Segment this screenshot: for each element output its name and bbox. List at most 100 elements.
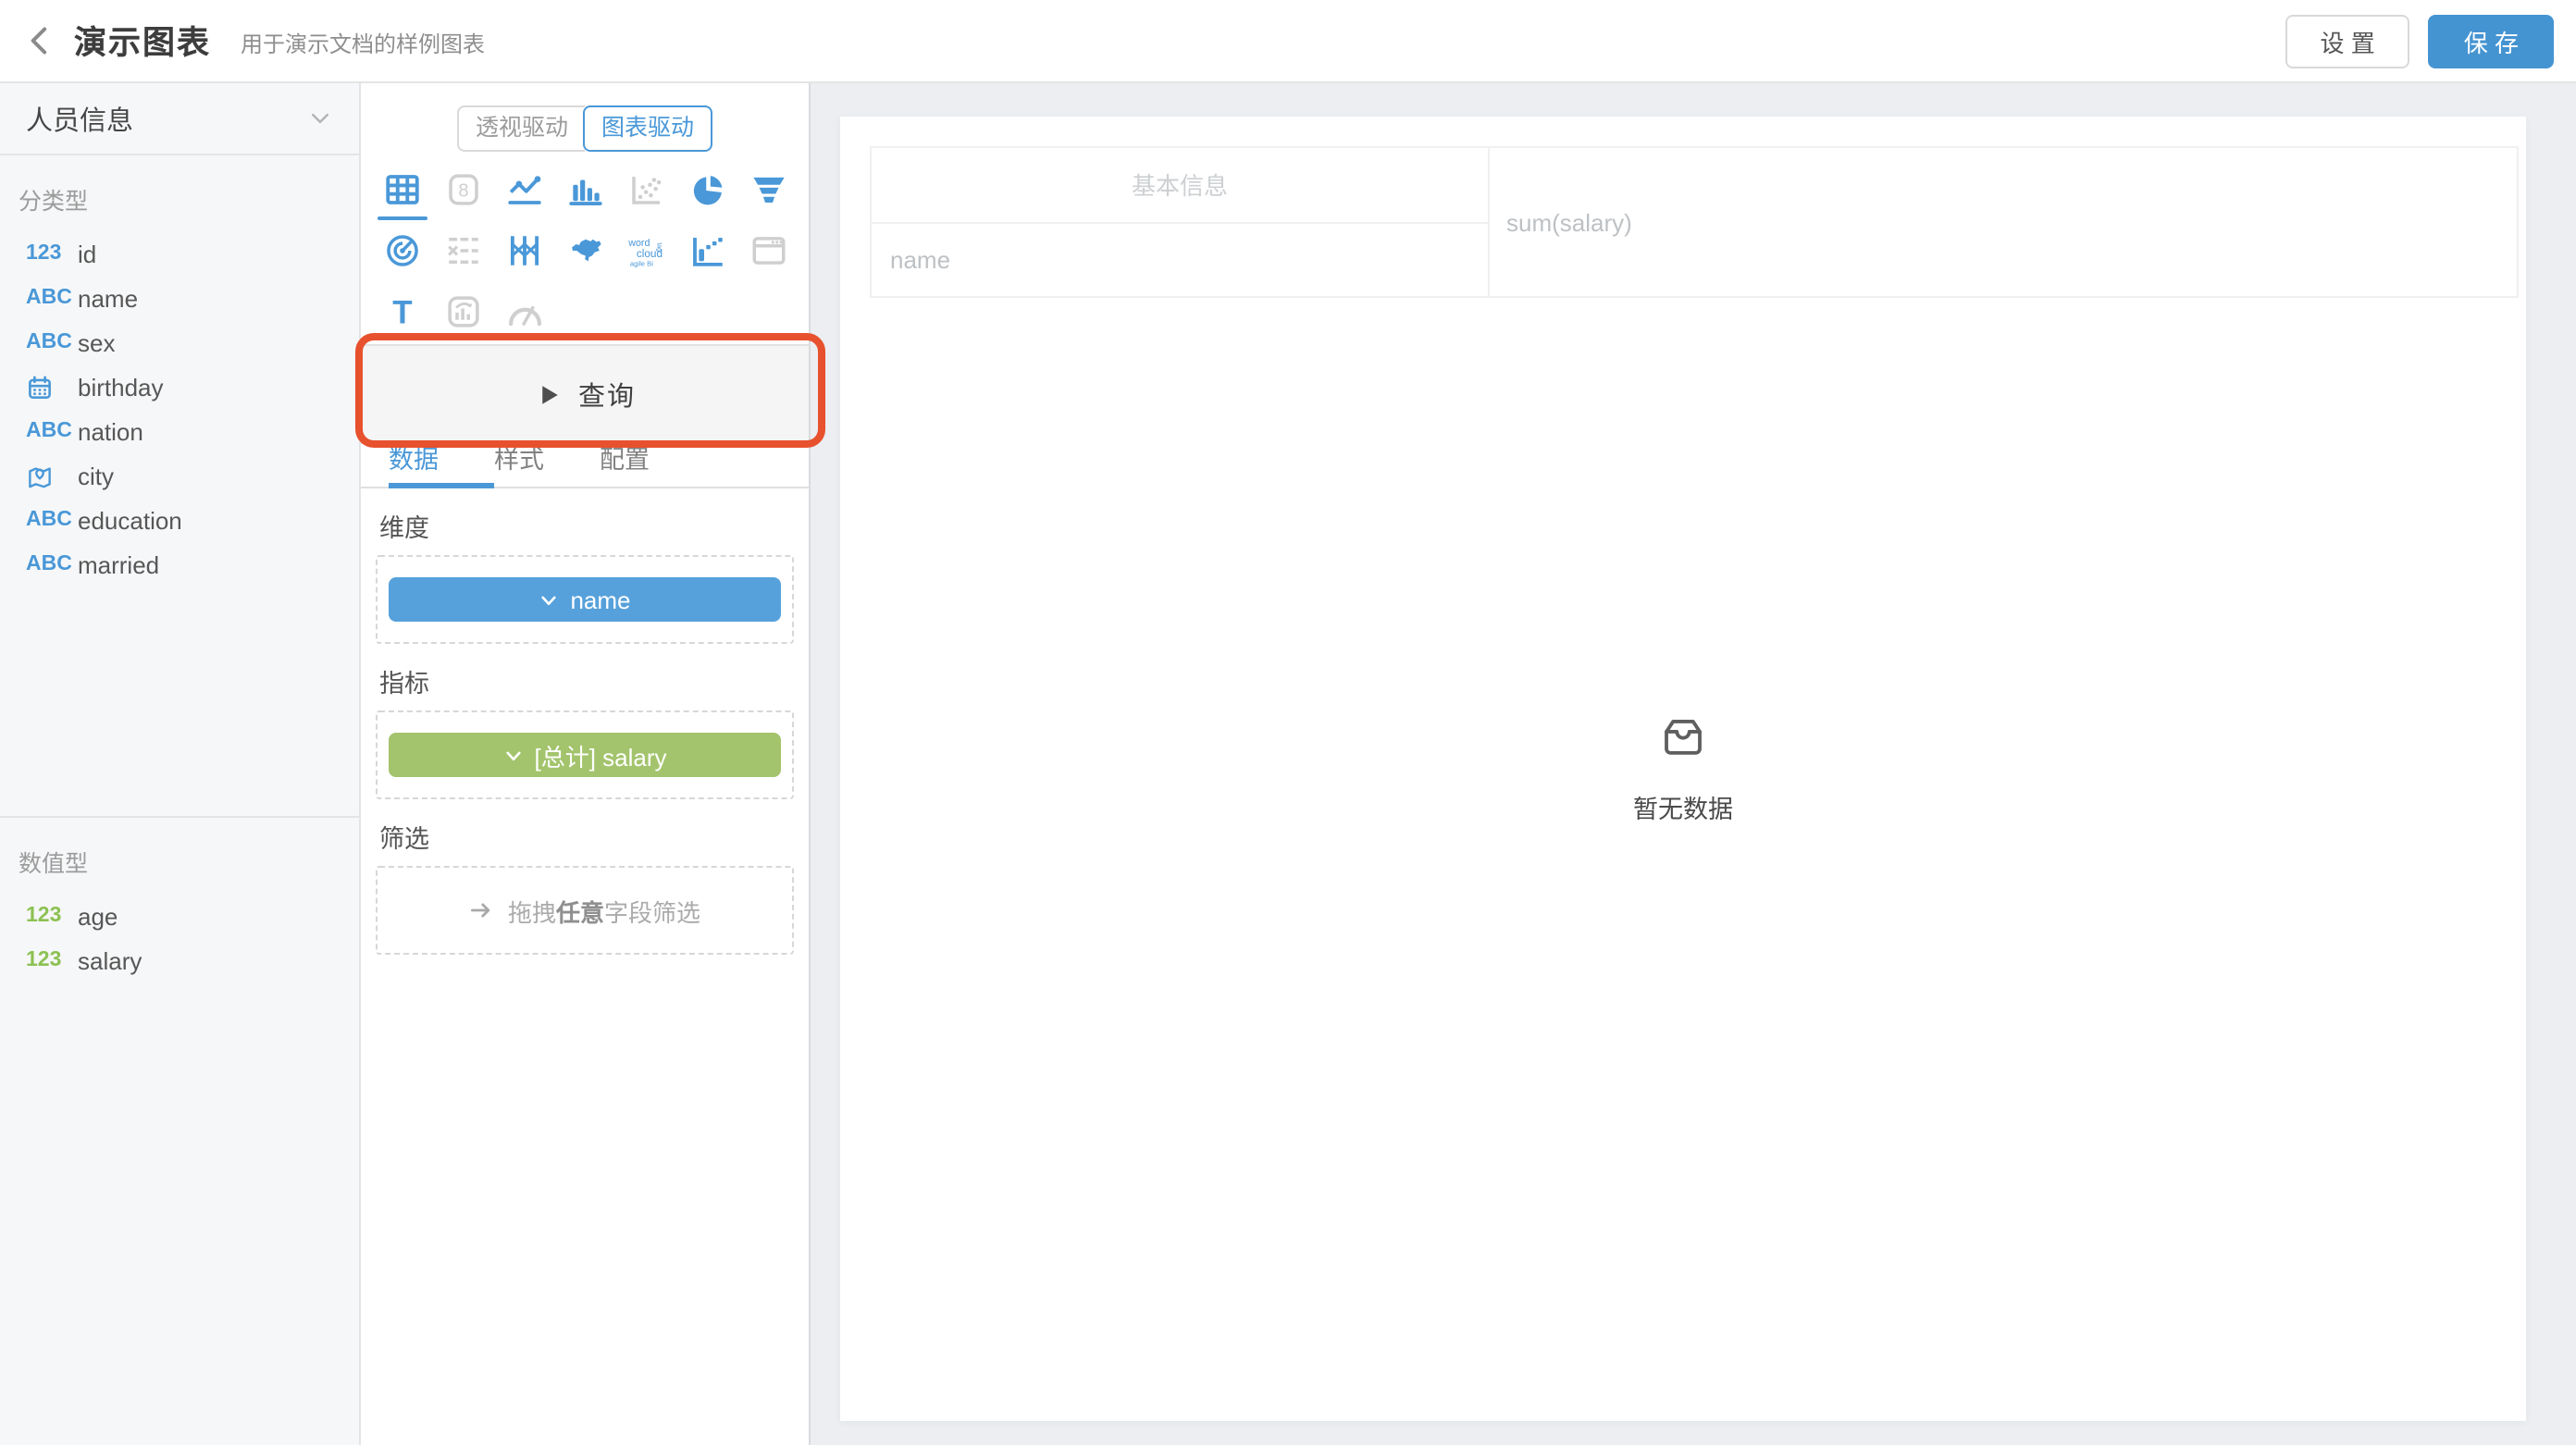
line-chart-icon[interactable] bbox=[494, 159, 555, 220]
radar-chart-icon[interactable] bbox=[372, 220, 433, 281]
word-cloud-icon[interactable]: word tag cloud agile Bi bbox=[616, 220, 677, 281]
field-city[interactable]: city bbox=[0, 453, 359, 498]
field-label: married bbox=[78, 550, 159, 578]
filter-drop-zone[interactable]: 拖拽任意字段筛选 bbox=[376, 866, 794, 955]
text-chart-icon[interactable]: T bbox=[372, 281, 433, 342]
dimension-section-label: 维度 bbox=[379, 507, 790, 544]
funnel-chart-icon[interactable] bbox=[738, 159, 799, 220]
map-pin-icon bbox=[26, 462, 78, 489]
dataset-name: 人员信息 bbox=[26, 99, 133, 138]
gauge-icon[interactable] bbox=[494, 281, 555, 342]
field-birthday[interactable]: birthday bbox=[0, 364, 359, 409]
svg-text:cloud: cloud bbox=[636, 248, 662, 260]
number-field-icon: 123 bbox=[26, 242, 78, 265]
page-subtitle: 用于演示文档的样例图表 bbox=[241, 28, 485, 59]
combo-card-icon[interactable] bbox=[433, 281, 494, 342]
active-tab-indicator bbox=[389, 483, 494, 488]
crosstab-icon[interactable] bbox=[433, 220, 494, 281]
filter-section-label: 筛选 bbox=[379, 818, 790, 855]
empty-state: 暂无数据 bbox=[1633, 712, 1733, 825]
svg-text:agile Bi: agile Bi bbox=[629, 259, 652, 267]
preview-canvas: 基本信息 name sum(salary) 暂无数据 bbox=[811, 83, 2576, 1445]
field-age[interactable]: 123 age bbox=[0, 894, 359, 938]
field-id[interactable]: 123 id bbox=[0, 231, 359, 276]
fields-sidebar: 人员信息 分类型 123 id ABC name ABC sex bbox=[0, 83, 361, 1445]
text-field-icon: ABC bbox=[26, 509, 78, 531]
dimension-pill-name[interactable]: name bbox=[389, 577, 781, 622]
table-dimension-cell: name bbox=[872, 223, 1488, 296]
svg-text:T: T bbox=[392, 294, 412, 330]
back-button[interactable] bbox=[19, 19, 63, 63]
field-label: id bbox=[78, 240, 96, 267]
field-label: age bbox=[78, 902, 118, 930]
page-title: 演示图表 bbox=[74, 18, 211, 64]
chart-preview-card: 基本信息 name sum(salary) 暂无数据 bbox=[840, 117, 2526, 1421]
calendar-icon bbox=[26, 373, 78, 401]
parallel-chart-icon[interactable] bbox=[494, 220, 555, 281]
table-chart-icon[interactable] bbox=[372, 159, 433, 220]
field-label: birthday bbox=[78, 373, 164, 401]
scatter-plot-icon[interactable] bbox=[616, 159, 677, 220]
tab-config[interactable]: 配置 bbox=[600, 438, 650, 487]
bar-chart-icon[interactable] bbox=[555, 159, 616, 220]
save-button[interactable]: 保 存 bbox=[2429, 14, 2554, 68]
mode-toggle: 透视驱动 图表驱动 bbox=[361, 83, 809, 152]
field-label: education bbox=[78, 506, 182, 534]
section-divider bbox=[0, 816, 359, 818]
query-button-label: 查询 bbox=[578, 375, 636, 414]
main-area: 人员信息 分类型 123 id ABC name ABC sex bbox=[0, 83, 2576, 1445]
field-label: city bbox=[78, 462, 114, 489]
field-label: sex bbox=[78, 328, 115, 356]
text-field-icon: ABC bbox=[26, 553, 78, 575]
chart-mode-button[interactable]: 图表驱动 bbox=[583, 105, 712, 152]
table-metric-cell: sum(salary) bbox=[1490, 148, 2517, 296]
field-label: nation bbox=[78, 417, 143, 445]
categorical-section-label: 分类型 bbox=[19, 181, 359, 216]
metric-card-icon[interactable]: 8 bbox=[433, 159, 494, 220]
table-group-header-cell: 基本信息 bbox=[872, 148, 1488, 223]
tab-style[interactable]: 样式 bbox=[494, 438, 544, 487]
chart-builder-panel: 透视驱动 图表驱动 8 bbox=[361, 83, 811, 1445]
number-field-icon: 123 bbox=[26, 905, 78, 927]
tab-data[interactable]: 数据 bbox=[389, 438, 439, 487]
text-field-icon: ABC bbox=[26, 331, 78, 353]
text-field-icon: ABC bbox=[26, 420, 78, 442]
number-field-icon: 123 bbox=[26, 949, 78, 971]
field-label: name bbox=[78, 284, 138, 312]
pie-chart-icon[interactable] bbox=[677, 159, 738, 220]
field-married[interactable]: ABC married bbox=[0, 542, 359, 587]
chevron-down-icon bbox=[307, 105, 333, 131]
iframe-icon[interactable] bbox=[738, 220, 799, 281]
svg-text:8: 8 bbox=[458, 181, 468, 202]
field-education[interactable]: ABC education bbox=[0, 498, 359, 542]
empty-box-icon bbox=[1658, 712, 1708, 762]
query-button[interactable]: 查询 bbox=[361, 344, 809, 444]
filter-hint-text: 拖拽任意字段筛选 bbox=[508, 893, 700, 928]
arrow-right-icon bbox=[469, 897, 495, 923]
chevron-down-icon bbox=[502, 745, 523, 765]
field-sex[interactable]: ABC sex bbox=[0, 320, 359, 364]
china-map-icon[interactable] bbox=[555, 220, 616, 281]
metric-section-label: 指标 bbox=[379, 662, 790, 699]
pivot-mode-button[interactable]: 透视驱动 bbox=[457, 105, 585, 152]
settings-button[interactable]: 设 置 bbox=[2285, 14, 2410, 68]
table-preview-left-column: 基本信息 name bbox=[872, 148, 1490, 296]
text-field-icon: ABC bbox=[26, 287, 78, 309]
app-header: 演示图表 用于演示文档的样例图表 设 置 保 存 bbox=[0, 0, 2576, 83]
field-nation[interactable]: ABC nation bbox=[0, 409, 359, 453]
chevron-down-icon bbox=[539, 589, 559, 610]
numeric-section-label: 数值型 bbox=[19, 844, 359, 879]
progress-scatter-icon[interactable] bbox=[677, 220, 738, 281]
app-window: 演示图表 用于演示文档的样例图表 设 置 保 存 人员信息 分类型 123 id… bbox=[0, 0, 2576, 1445]
field-salary[interactable]: 123 salary bbox=[0, 938, 359, 982]
metric-pill-salary[interactable]: [总计] salary bbox=[389, 733, 781, 777]
field-label: salary bbox=[78, 946, 142, 974]
dataset-selector[interactable]: 人员信息 bbox=[0, 83, 359, 155]
field-name[interactable]: ABC name bbox=[0, 276, 359, 320]
dimension-drop-zone[interactable]: name bbox=[376, 555, 794, 644]
empty-state-text: 暂无数据 bbox=[1633, 788, 1733, 825]
play-icon bbox=[534, 380, 562, 408]
chevron-left-icon bbox=[22, 22, 59, 59]
table-preview: 基本信息 name sum(salary) bbox=[870, 146, 2519, 298]
metric-drop-zone[interactable]: [总计] salary bbox=[376, 710, 794, 799]
